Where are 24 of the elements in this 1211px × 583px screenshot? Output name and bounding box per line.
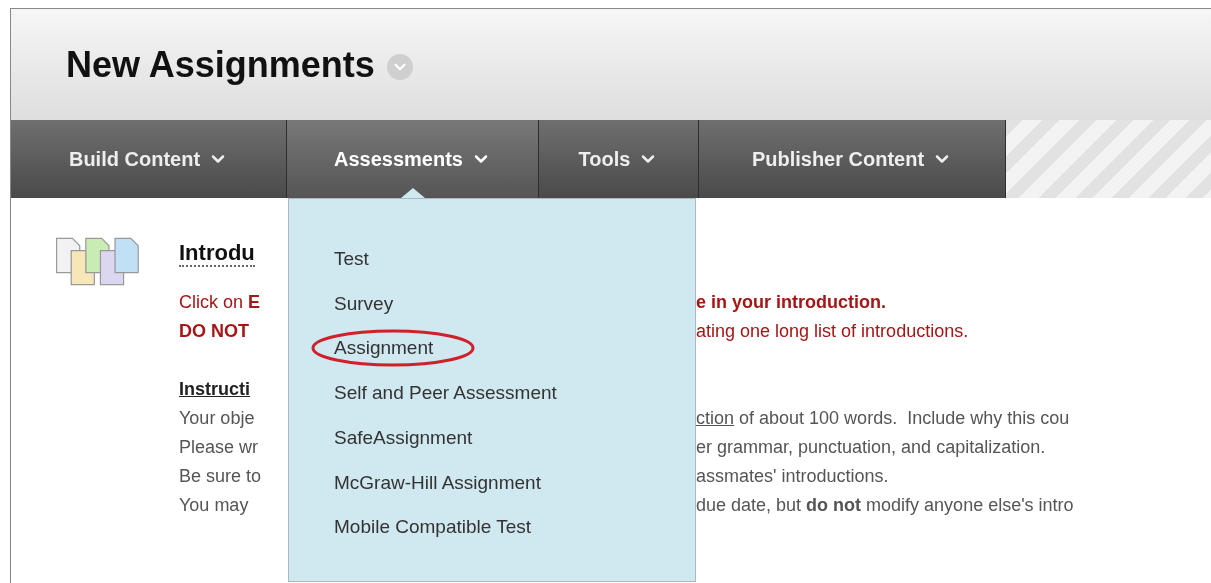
content-text: You may bbox=[179, 495, 249, 515]
content-text: Click on E bbox=[179, 292, 261, 312]
menu-item[interactable]: Survey bbox=[334, 289, 394, 319]
content-text: assmates' introductions. bbox=[696, 465, 889, 488]
content-text: Your obje bbox=[179, 408, 255, 428]
options-icon[interactable] bbox=[386, 53, 413, 80]
menu-item[interactable]: Mobile Compatible Test bbox=[334, 513, 532, 542]
content-text: Please wr bbox=[179, 437, 259, 457]
content-text: DO NOT bbox=[179, 321, 249, 341]
content-text: due date, but do not modify anyone else's intro bbox=[696, 494, 1074, 517]
content-text: of about 100 words. Include why this cou bbox=[738, 407, 1070, 430]
text-link[interactable]: ction bbox=[696, 404, 735, 433]
content-text: e in your introduction. bbox=[696, 291, 886, 314]
content-text: Instructi bbox=[179, 379, 250, 399]
content-text: er grammar, punctuation, and capitalization. bbox=[696, 436, 1046, 459]
page-title: New Assignments bbox=[66, 42, 375, 87]
menu-item[interactable]: McGraw-Hill Assignment bbox=[334, 468, 541, 498]
content-text: Be sure to bbox=[179, 466, 262, 486]
content-text: ating one long list of introductions. bbox=[696, 320, 969, 343]
menu-item[interactable]: Self and Peer Assessment bbox=[334, 379, 557, 408]
menu-item[interactable]: Test bbox=[334, 245, 369, 274]
item-title-link[interactable]: Introdu bbox=[179, 240, 255, 267]
nav-tab[interactable]: Assessments bbox=[287, 120, 539, 198]
menu-item[interactable]: SafeAssignment bbox=[334, 423, 473, 453]
